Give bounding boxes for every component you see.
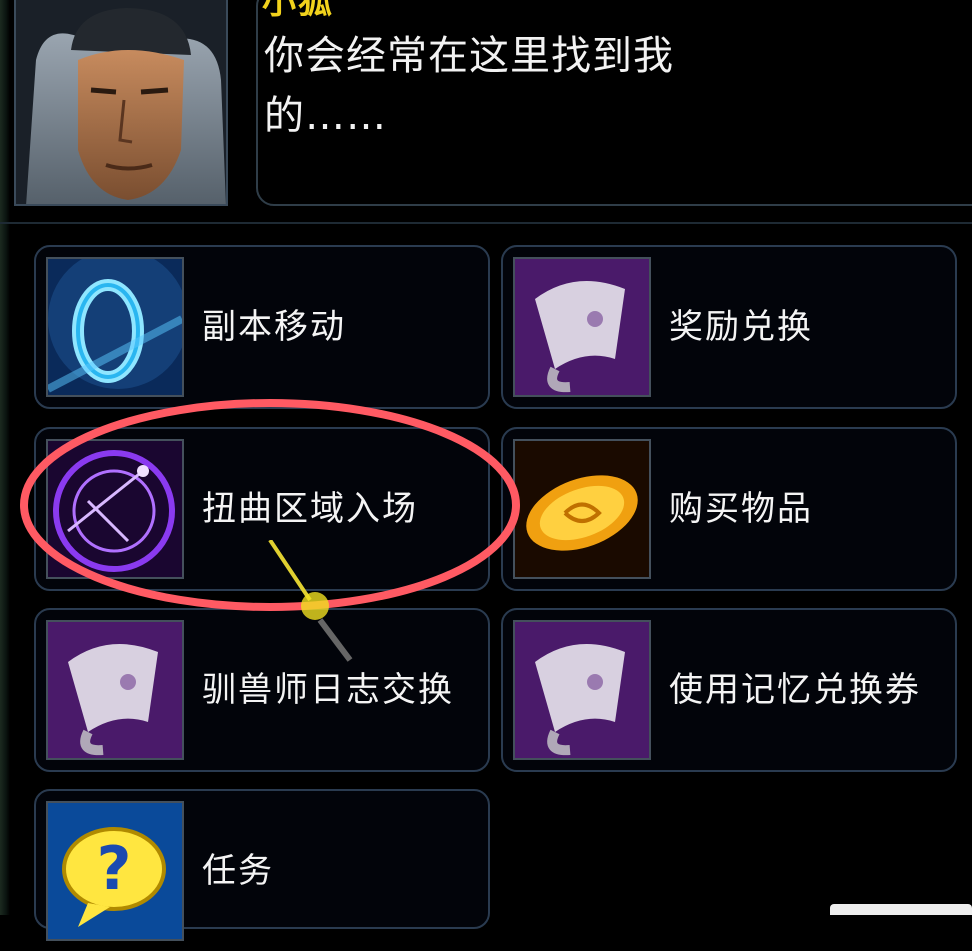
highlight-circle bbox=[20, 399, 520, 611]
game-cursor-icon bbox=[268, 540, 353, 662]
taskbar-fragment bbox=[830, 904, 972, 915]
